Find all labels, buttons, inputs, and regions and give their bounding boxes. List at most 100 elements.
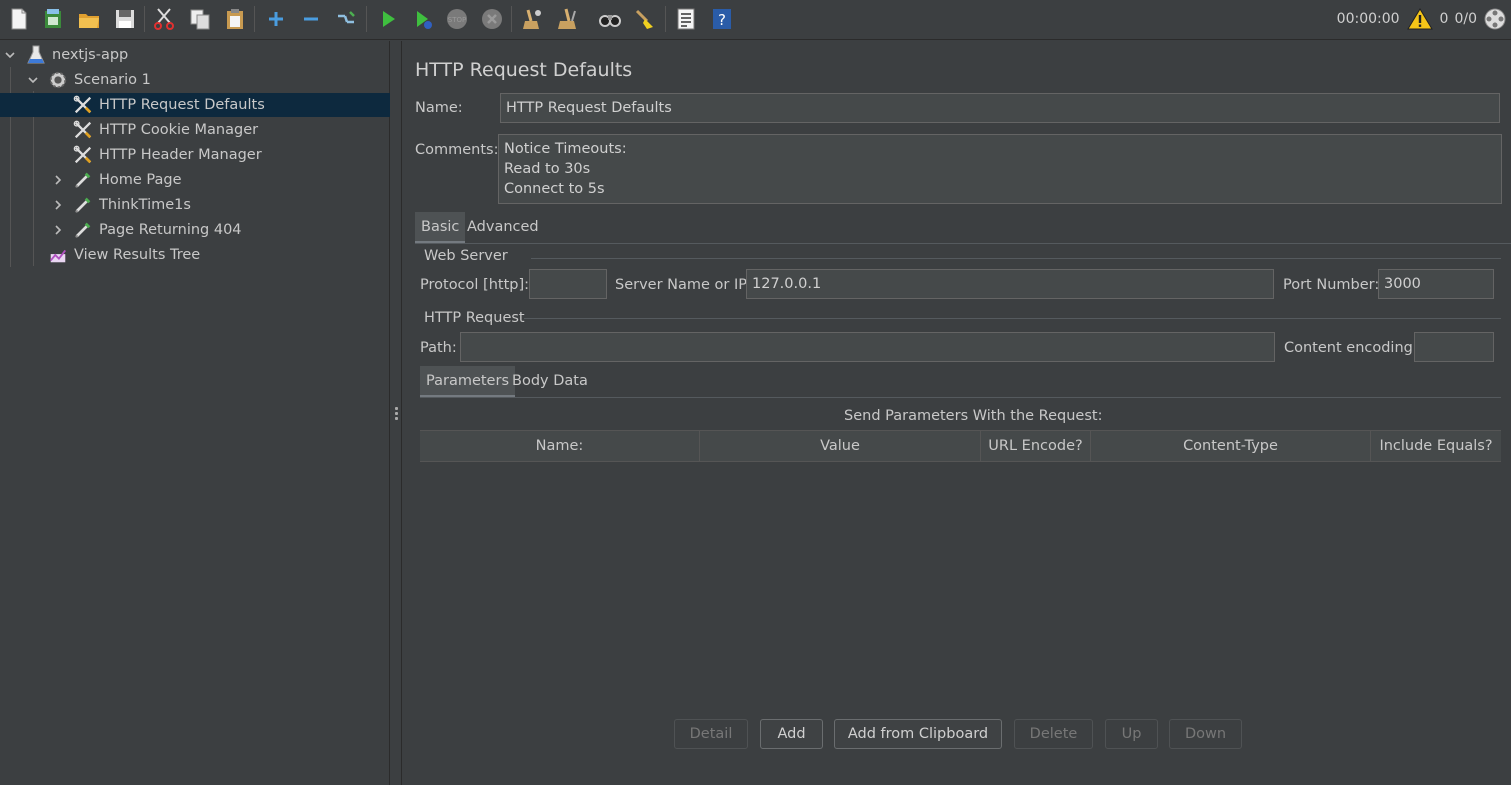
status-bar: 00:00:00 0 0/0	[1337, 6, 1511, 32]
params-table-header: Name: Value URL Encode? Content-Type Inc…	[420, 430, 1501, 462]
function-helper-icon[interactable]	[673, 6, 699, 32]
name-field[interactable]: HTTP Request Defaults	[500, 93, 1500, 123]
tree-node-cookie-manager[interactable]: HTTP Cookie Manager	[0, 118, 390, 142]
tree-label: HTTP Header Manager	[99, 147, 262, 163]
tab-divider	[420, 397, 1501, 398]
toolbar: STOP ? 00:00:00 0 0/0	[0, 0, 1511, 40]
sampler-icon	[73, 220, 93, 240]
thread-group-icon	[48, 70, 68, 90]
tab-parameters[interactable]: Parameters	[420, 366, 515, 398]
clear-icon[interactable]	[519, 6, 545, 32]
tree-node-page-404[interactable]: Page Returning 404	[0, 218, 390, 242]
cut-icon[interactable]	[151, 6, 177, 32]
copy-icon[interactable]	[187, 6, 213, 32]
reset-search-icon[interactable]	[632, 6, 658, 32]
column-header[interactable]: Content-Type	[1091, 431, 1371, 461]
params-caption: Send Parameters With the Request:	[844, 408, 1103, 424]
save-icon[interactable]	[112, 6, 138, 32]
port-label: Port Number:	[1283, 277, 1380, 293]
tree-label: Scenario 1	[74, 72, 151, 88]
chevron-right-icon[interactable]	[52, 174, 64, 186]
svg-text:STOP: STOP	[448, 16, 466, 24]
tree-label: ThinkTime1s	[99, 197, 191, 213]
server-name-field[interactable]: 127.0.0.1	[746, 269, 1274, 299]
protocol-field[interactable]	[529, 269, 607, 299]
sampler-icon	[73, 195, 93, 215]
web-server-section-label: Web Server	[424, 248, 508, 264]
paste-icon[interactable]	[222, 6, 248, 32]
tree-node-think-time[interactable]: ThinkTime1s	[0, 193, 390, 217]
open-icon[interactable]	[76, 6, 102, 32]
start-icon[interactable]	[375, 6, 401, 32]
tab-advanced[interactable]: Advanced	[461, 212, 545, 242]
splitter-grip-icon[interactable]	[395, 407, 398, 422]
name-value: HTTP Request Defaults	[506, 100, 672, 116]
protocol-label: Protocol [http]:	[420, 277, 530, 293]
delete-button[interactable]: Delete	[1014, 719, 1093, 749]
comment-line: Notice Timeouts:	[504, 141, 627, 157]
tree-node-scenario[interactable]: Scenario 1	[0, 68, 390, 92]
thread-status-icon	[1484, 8, 1506, 30]
add-from-clipboard-button[interactable]: Add from Clipboard	[834, 719, 1002, 749]
port-value: 3000	[1384, 276, 1421, 292]
tree-label: HTTP Cookie Manager	[99, 122, 259, 138]
comment-line: Connect to 5s	[504, 181, 605, 197]
up-button[interactable]: Up	[1105, 719, 1158, 749]
tree-node-home-page[interactable]: Home Page	[0, 168, 390, 192]
search-icon[interactable]	[597, 6, 623, 32]
config-element-icon	[73, 95, 93, 115]
new-icon[interactable]	[6, 6, 32, 32]
tab-divider	[415, 243, 1511, 244]
chevron-right-icon[interactable]	[52, 199, 64, 211]
panel-splitter[interactable]	[391, 41, 402, 785]
expand-icon[interactable]	[263, 6, 289, 32]
comments-field[interactable]: Notice Timeouts: Read to 30s Connect to …	[498, 134, 1502, 204]
column-header[interactable]: Name:	[420, 431, 700, 461]
help-icon[interactable]: ?	[709, 6, 735, 32]
add-button[interactable]: Add	[760, 719, 823, 749]
comments-label: Comments:	[415, 142, 499, 158]
server-name-label: Server Name or IP:	[615, 277, 752, 293]
section-divider	[531, 258, 1501, 259]
content-encoding-label: Content encoding:	[1284, 340, 1418, 356]
tab-basic[interactable]: Basic	[415, 212, 466, 244]
tree-node-http-request-defaults[interactable]: HTTP Request Defaults	[0, 93, 390, 117]
port-field[interactable]: 3000	[1378, 269, 1494, 299]
column-header[interactable]: URL Encode?	[981, 431, 1091, 461]
detail-button[interactable]: Detail	[674, 719, 748, 749]
tree-label: Page Returning 404	[99, 222, 242, 238]
tab-body-data[interactable]: Body Data	[506, 366, 594, 396]
clear-all-icon[interactable]	[555, 6, 581, 32]
path-field[interactable]	[460, 332, 1275, 362]
chevron-down-icon[interactable]	[4, 49, 16, 61]
templates-icon[interactable]	[40, 6, 66, 32]
test-plan-tree: nextjs-app Scenario 1 HTTP Request Defau…	[0, 41, 390, 785]
comment-line: Read to 30s	[504, 161, 591, 177]
config-element-icon	[73, 120, 93, 140]
path-label: Path:	[420, 340, 457, 356]
sampler-icon	[73, 170, 93, 190]
config-element-icon	[73, 145, 93, 165]
chevron-down-icon[interactable]	[27, 74, 39, 86]
column-header[interactable]: Include Equals?	[1371, 431, 1501, 461]
thread-count: 0/0	[1454, 11, 1477, 27]
warning-count: 0	[1439, 11, 1449, 27]
content-encoding-field[interactable]	[1414, 332, 1494, 362]
toggle-icon[interactable]	[333, 6, 359, 32]
column-header[interactable]: Value	[700, 431, 981, 461]
svg-text:?: ?	[718, 11, 726, 29]
start-no-pauses-icon[interactable]	[410, 6, 436, 32]
elapsed-timer: 00:00:00	[1336, 11, 1400, 27]
stop-icon[interactable]: STOP	[444, 6, 470, 32]
down-button[interactable]: Down	[1169, 719, 1242, 749]
tree-label: Home Page	[99, 172, 182, 188]
tree-node-header-manager[interactable]: HTTP Header Manager	[0, 143, 390, 167]
tree-node-view-results[interactable]: View Results Tree	[0, 243, 390, 267]
warning-icon[interactable]	[1406, 7, 1434, 31]
chevron-right-icon[interactable]	[52, 224, 64, 236]
tree-node-test-plan[interactable]: nextjs-app	[0, 43, 390, 67]
collapse-icon[interactable]	[298, 6, 324, 32]
shutdown-icon[interactable]	[479, 6, 505, 32]
section-divider	[524, 318, 1501, 319]
tree-label: View Results Tree	[74, 247, 201, 263]
